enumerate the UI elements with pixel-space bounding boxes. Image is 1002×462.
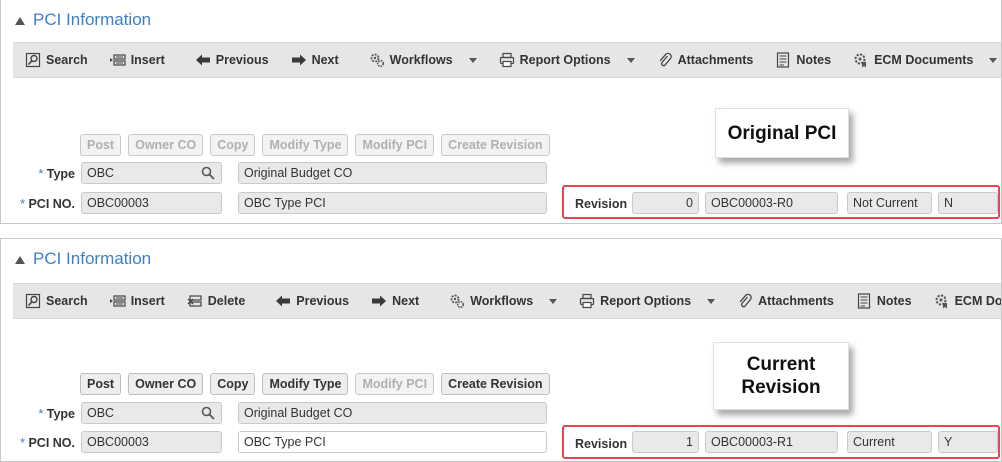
notes-icon xyxy=(856,293,872,309)
toolbar-notes-button[interactable]: Notes xyxy=(856,293,912,309)
gears-icon xyxy=(449,293,465,309)
collapse-icon[interactable] xyxy=(15,16,25,25)
pci-description-field: OBC Type PCI xyxy=(238,192,547,214)
gears-icon xyxy=(369,52,385,68)
modify-pci-button[interactable]: Modify PCI xyxy=(355,134,435,156)
action-buttons: Post Owner CO Copy Modify Type Modify PCI Cre… xyxy=(80,134,557,156)
arrow-right-icon xyxy=(371,293,387,309)
search-icon xyxy=(25,293,41,309)
revision-id-field: OBC00003-R0 xyxy=(705,192,838,214)
create-revision-button[interactable]: Create Revision xyxy=(441,373,550,395)
type-description-field: Original Budget CO xyxy=(238,402,547,424)
toolbar-search-button[interactable]: Search xyxy=(25,293,88,309)
delete-icon xyxy=(187,293,203,309)
toolbar-insert-button[interactable]: Insert xyxy=(109,293,165,309)
panel-title[interactable]: PCI Information xyxy=(15,249,151,269)
arrow-left-icon xyxy=(275,293,291,309)
toolbar-workflows-button[interactable]: Workflows xyxy=(369,52,477,68)
chevron-down-icon[interactable] xyxy=(626,57,635,63)
search-icon[interactable] xyxy=(201,406,215,420)
toolbar-search-button[interactable]: Search xyxy=(25,52,88,68)
revision-number-field: 1 xyxy=(632,431,699,453)
panel-title[interactable]: PCI Information xyxy=(15,10,151,30)
paperclip-icon xyxy=(737,293,753,309)
chevron-down-icon[interactable] xyxy=(707,298,716,304)
action-buttons: Post Owner CO Copy Modify Type Modify PCI Cre… xyxy=(80,373,557,395)
owner-co-button[interactable]: Owner CO xyxy=(128,373,204,395)
toolbar-ecm-documents-button[interactable]: ECM Documents xyxy=(853,52,998,68)
post-button[interactable]: Post xyxy=(80,134,122,156)
printer-icon xyxy=(579,293,595,309)
revision-number-field: 0 xyxy=(632,192,699,214)
modify-type-button[interactable]: Modify Type xyxy=(262,373,349,395)
insert-icon xyxy=(109,52,126,68)
toolbar-previous-button[interactable]: Previous xyxy=(275,293,349,309)
revision-current-flag-field: N xyxy=(938,192,998,214)
chevron-down-icon[interactable] xyxy=(549,298,558,304)
type-field[interactable]: OBC xyxy=(81,162,222,184)
pci-no-label: * PCI NO. xyxy=(20,436,75,450)
insert-icon xyxy=(109,293,126,309)
ecm-icon xyxy=(934,293,950,309)
toolbar-insert-button[interactable]: Insert xyxy=(109,52,165,68)
type-field[interactable]: OBC xyxy=(81,402,222,424)
revision-label: Revision xyxy=(575,437,628,451)
toolbar-next-button[interactable]: Next xyxy=(291,52,339,68)
pci-no-label: * PCI NO. xyxy=(20,197,75,211)
chevron-down-icon[interactable] xyxy=(989,57,998,63)
create-revision-button[interactable]: Create Revision xyxy=(441,134,550,156)
arrow-left-icon xyxy=(195,52,211,68)
chevron-down-icon[interactable] xyxy=(468,57,477,63)
post-button[interactable]: Post xyxy=(80,373,122,395)
paperclip-icon xyxy=(657,52,673,68)
toolbar-ecm-docu-button[interactable]: ECM Docu xyxy=(934,293,1001,309)
type-label: * Type xyxy=(38,167,75,181)
pci-no-field: OBC00003 xyxy=(81,192,222,214)
modify-type-button[interactable]: Modify Type xyxy=(262,134,349,156)
owner-co-button[interactable]: Owner CO xyxy=(128,134,204,156)
copy-button[interactable]: Copy xyxy=(210,134,256,156)
toolbar: Search Insert Previous Next Workflows Report … xyxy=(13,42,1001,78)
type-label: * Type xyxy=(38,407,75,421)
ecm-icon xyxy=(853,52,869,68)
modify-pci-button[interactable]: Modify PCI xyxy=(355,373,435,395)
toolbar-previous-button[interactable]: Previous xyxy=(195,52,269,68)
toolbar-attachments-button[interactable]: Attachments xyxy=(737,293,834,309)
callout-current-revision: Current Revision xyxy=(713,342,849,410)
notes-icon xyxy=(775,52,791,68)
toolbar-notes-button[interactable]: Notes xyxy=(775,52,831,68)
revision-label: Revision xyxy=(575,197,628,211)
toolbar-attachments-button[interactable]: Attachments xyxy=(657,52,753,68)
revision-status-field: Not Current xyxy=(847,192,932,214)
collapse-icon[interactable] xyxy=(15,255,25,264)
toolbar-delete-button[interactable]: Delete xyxy=(187,293,245,309)
arrow-right-icon xyxy=(291,52,307,68)
printer-icon xyxy=(499,52,515,68)
revision-status-field: Current xyxy=(847,431,932,453)
callout-original-pci: Original PCI xyxy=(715,108,849,158)
toolbar-workflows-button[interactable]: Workflows xyxy=(449,293,558,309)
toolbar-report-options-button[interactable]: Report Options xyxy=(579,293,716,309)
pci-panel-original: PCI Information Search Insert Previous Next… xyxy=(0,0,1002,224)
revision-id-field: OBC00003-R1 xyxy=(705,431,838,453)
search-icon[interactable] xyxy=(201,166,215,180)
toolbar-report-options-button[interactable]: Report Options xyxy=(499,52,635,68)
pci-description-field[interactable]: OBC Type PCI xyxy=(238,431,547,453)
pci-panel-current-revision: PCI Information Search Insert Delete Previo… xyxy=(0,238,1002,462)
toolbar-next-button[interactable]: Next xyxy=(371,293,419,309)
pci-no-field: OBC00003 xyxy=(81,431,222,453)
copy-button[interactable]: Copy xyxy=(210,373,256,395)
type-description-field: Original Budget CO xyxy=(238,162,547,184)
toolbar: Search Insert Delete Previous Next Workflows R… xyxy=(13,283,1001,319)
revision-current-flag-field: Y xyxy=(938,431,998,453)
search-icon xyxy=(25,52,41,68)
